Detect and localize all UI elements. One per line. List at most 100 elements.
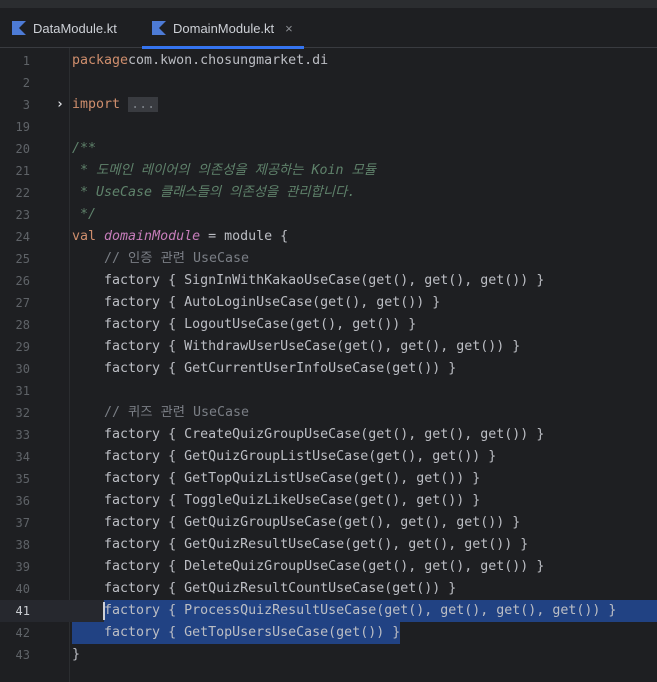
line-number: 25 (15, 252, 30, 266)
line-number: 20 (15, 142, 30, 156)
code-text: * 도메인 레이어의 의존성을 제공하는 Koin 모듈 (72, 160, 376, 182)
code-line[interactable]: 2 (0, 72, 657, 94)
folded-imports-marker[interactable]: ... (128, 97, 159, 112)
line-number: 29 (15, 340, 30, 354)
line-number: 28 (15, 318, 30, 332)
code-line[interactable]: 37 factory { GetQuizGroupUseCase(get(), … (0, 512, 657, 534)
code-line[interactable]: 1 packagecom.kwon.chosungmarket.di (0, 50, 657, 72)
code-text: factory { AutoLoginUseCase(get(), get())… (72, 292, 440, 314)
token: } (72, 647, 81, 662)
code-line[interactable]: 41 factory { ProcessQuizResultUseCase(ge… (0, 600, 657, 622)
window-top-strip (0, 0, 657, 8)
line-number: 35 (15, 472, 30, 486)
code-line[interactable]: 20 /** (0, 138, 657, 160)
code-line[interactable]: 23 */ (0, 204, 657, 226)
token: factory { GetQuizResultCountUseCase(get(… (72, 581, 457, 596)
code-text: // 인증 관련 UseCase (72, 248, 249, 270)
code-editor[interactable]: 1 packagecom.kwon.chosungmarket.di 2 3 › impo… (0, 48, 657, 682)
code-text: packagecom.kwon.chosungmarket.di (72, 50, 328, 72)
code-line[interactable]: 28 factory { LogoutUseCase(get(), get())… (0, 314, 657, 336)
token-doc: /** (72, 141, 97, 156)
token: factory { SignInWithKakaoUseCase(get(), … (72, 273, 545, 288)
code-line[interactable]: 42 factory { GetTopUsersUseCase(get()) } (0, 622, 657, 644)
code-text: factory { ProcessQuizResultUseCase(get()… (72, 600, 616, 622)
code-line[interactable]: 27 factory { AutoLoginUseCase(get(), get… (0, 292, 657, 314)
code-line[interactable]: 22 * UseCase 클래스들의 의존성을 관리합니다. (0, 182, 657, 204)
token-kw: val (72, 229, 105, 244)
code-text: factory { SignInWithKakaoUseCase(get(), … (72, 270, 544, 292)
line-number: 40 (15, 582, 30, 596)
code-line[interactable]: 31 (0, 380, 657, 402)
token: factory { GetQuizGroupListUseCase(get(),… (72, 449, 497, 464)
code-text: factory { GetQuizGroupListUseCase(get(),… (72, 446, 496, 468)
token-doc: */ (72, 207, 97, 222)
code-text: factory { DeleteQuizGroupUseCase(get(), … (72, 556, 544, 578)
code-line[interactable]: 19 (0, 116, 657, 138)
tab-datamodule[interactable]: DataModule.kt (12, 8, 117, 48)
code-line[interactable]: 32 // 퀴즈 관련 UseCase (0, 402, 657, 424)
token: factory { GetCurrentUserInfoUseCase(get(… (72, 361, 457, 376)
token-doc: * 도메인 레이어의 의존성을 제공하는 Koin 모듈 (72, 163, 377, 178)
code-line[interactable]: 34 factory { GetQuizGroupListUseCase(get… (0, 446, 657, 468)
token: factory { DeleteQuizGroupUseCase(get(), … (72, 559, 545, 574)
code-line[interactable]: 21 * 도메인 레이어의 의존성을 제공하는 Koin 모듈 (0, 160, 657, 182)
code-line[interactable]: 29 factory { WithdrawUserUseCase(get(), … (0, 336, 657, 358)
code-line[interactable]: 30 factory { GetCurrentUserInfoUseCase(g… (0, 358, 657, 380)
kotlin-file-icon (12, 21, 26, 35)
line-number: 21 (15, 164, 30, 178)
line-number: 39 (15, 560, 30, 574)
code-line[interactable]: 3 › import ... (0, 94, 657, 116)
code-line[interactable]: 39 factory { DeleteQuizGroupUseCase(get(… (0, 556, 657, 578)
token: = module { (200, 229, 289, 244)
line-number: 23 (15, 208, 30, 222)
token-kw: import (72, 97, 121, 112)
code-text: * UseCase 클래스들의 의존성을 관리합니다. (72, 182, 355, 204)
code-line[interactable]: 36 factory { ToggleQuizLikeUseCase(get()… (0, 490, 657, 512)
line-number: 38 (15, 538, 30, 552)
code-text: factory { GetQuizResultCountUseCase(get(… (72, 578, 456, 600)
code-line[interactable]: 33 factory { CreateQuizGroupUseCase(get(… (0, 424, 657, 446)
code-text: factory { LogoutUseCase(get(), get()) } (72, 314, 416, 336)
code-line[interactable]: 24 val domainModule = module { (0, 226, 657, 248)
text-caret (103, 602, 105, 620)
code-line[interactable]: 25 // 인증 관련 UseCase (0, 248, 657, 270)
code-text: factory { WithdrawUserUseCase(get(), get… (72, 336, 520, 358)
code-line[interactable]: 26 factory { SignInWithKakaoUseCase(get(… (0, 270, 657, 292)
editor-tab-bar: DataModule.kt DomainModule.kt × (0, 8, 657, 49)
code-line[interactable]: 40 factory { GetQuizResultCountUseCase(g… (0, 578, 657, 600)
token: factory { AutoLoginUseCase(get(), get())… (72, 295, 441, 310)
line-number: 37 (15, 516, 30, 530)
line-number: 2 (22, 76, 30, 90)
token-cmt: // 인증 관련 UseCase (72, 251, 250, 266)
token: factory { GetQuizResultUseCase(get(), ge… (72, 537, 529, 552)
line-number: 24 (15, 230, 30, 244)
line-number: 33 (15, 428, 30, 442)
line-number: 30 (15, 362, 30, 376)
line-number: 36 (15, 494, 30, 508)
token: factory { ToggleQuizLikeUseCase(get(), g… (72, 493, 481, 508)
code-line[interactable]: 35 factory { GetTopQuizListUseCase(get()… (0, 468, 657, 490)
line-number: 26 (15, 274, 30, 288)
token: factory { GetQuizGroupUseCase(get(), get… (72, 515, 521, 530)
token: factory { CreateQuizGroupUseCase(get(), … (72, 427, 545, 442)
token: com.kwon.chosungmarket.di (128, 53, 329, 68)
code-text: val domainModule = module { (72, 226, 288, 248)
line-number: 41 (15, 604, 30, 618)
kotlin-file-icon (152, 21, 166, 35)
code-text: factory { GetQuizGroupUseCase(get(), get… (72, 512, 520, 534)
code-text: factory { GetQuizResultUseCase(get(), ge… (72, 534, 528, 556)
line-number: 3 (22, 98, 30, 112)
code-line[interactable]: 38 factory { GetQuizResultUseCase(get(),… (0, 534, 657, 556)
code-text: import ... (72, 94, 159, 116)
fold-chevron-icon[interactable]: › (56, 94, 64, 116)
code-line[interactable]: 43} (0, 644, 657, 666)
line-number: 43 (15, 648, 30, 662)
code-text: */ (72, 204, 96, 226)
tab-domainmodule[interactable]: DomainModule.kt × (142, 8, 304, 49)
code-text: // 퀴즈 관련 UseCase (72, 402, 249, 424)
close-tab-icon[interactable]: × (285, 21, 293, 36)
token: factory { ProcessQuizResultUseCase(get()… (72, 603, 617, 618)
token: factory { GetTopUsersUseCase(get()) } (72, 625, 401, 640)
tab-label: DataModule.kt (33, 20, 117, 36)
token-prop: domainModule (104, 229, 201, 244)
